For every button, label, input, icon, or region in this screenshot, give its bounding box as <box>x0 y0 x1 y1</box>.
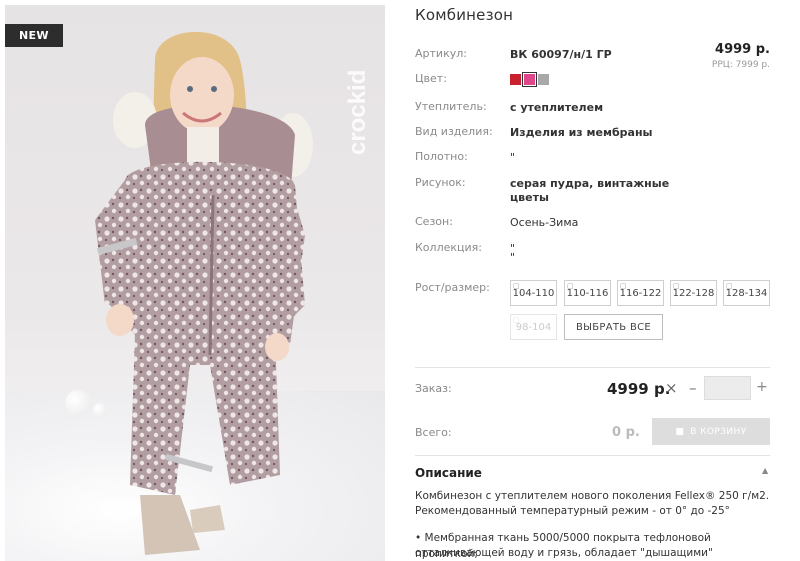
size-label: Рост/размер: <box>415 281 490 294</box>
size-option-label: 98-104 <box>515 321 552 333</box>
order-price: 4999 р. <box>607 380 671 398</box>
attr-value: " <box>510 151 516 164</box>
attr-label: Артикул: <box>415 47 467 60</box>
size-option-unavailable: ▢ 98-104 <box>510 314 557 340</box>
add-to-cart-button[interactable]: ■ В КОРЗИНУ <box>652 418 770 445</box>
new-badge: NEW <box>5 24 63 47</box>
attr-label: Цвет: <box>415 72 447 85</box>
size-option[interactable]: ▢ 122-128 <box>670 280 717 306</box>
cart-icon: ■ <box>675 426 685 437</box>
checkbox-icon: ▢ <box>567 282 574 290</box>
color-swatch-pink[interactable] <box>522 72 537 87</box>
attr-label: Полотно: <box>415 150 468 163</box>
attr-label: Вид изделия: <box>415 125 493 138</box>
size-option[interactable]: ▢ 116-122 <box>617 280 664 306</box>
attr-value: " <box>510 251 516 264</box>
increase-quantity-button[interactable]: + <box>756 379 768 395</box>
size-option[interactable]: ▢ 128-134 <box>723 280 770 306</box>
product-image[interactable]: NEW crockid <box>5 5 385 561</box>
checkbox-icon: ▢ <box>513 316 520 324</box>
decrease-quantity-button[interactable]: – <box>689 379 697 397</box>
multiply-icon: × <box>665 379 678 397</box>
divider <box>415 455 770 456</box>
checkbox-icon: ▢ <box>513 282 520 290</box>
quantity-input[interactable] <box>704 376 751 400</box>
size-option[interactable]: ▢ 110-116 <box>564 280 611 306</box>
attr-label: Коллекция: <box>415 241 482 254</box>
checkbox-icon: ▢ <box>673 282 680 290</box>
order-label: Заказ: <box>415 382 452 395</box>
divider <box>415 367 770 368</box>
attr-value: Осень-Зима <box>510 216 579 229</box>
attr-label: Рисунок: <box>415 176 466 189</box>
recommended-price: РРЦ: 7999 р. <box>711 60 770 70</box>
product-title: Комбинезон <box>415 6 514 24</box>
description-text: Комбинезон с утеплителем нового поколени… <box>415 490 770 502</box>
attr-value: цветы <box>510 191 549 204</box>
brand-text: crockid <box>344 70 371 155</box>
checkbox-icon: ▢ <box>726 282 733 290</box>
product-details-panel: Комбинезон 4999 р. РРЦ: 7999 р. Артикул:… <box>400 0 800 561</box>
attr-value: серая пудра, винтажные <box>510 177 670 190</box>
color-swatch-grey[interactable] <box>538 74 549 85</box>
add-to-cart-label: В КОРЗИНУ <box>690 426 747 437</box>
attr-label: Утеплитель: <box>415 100 487 113</box>
attr-value: Изделия из мембраны <box>510 126 653 139</box>
current-price: 4999 р. <box>715 42 770 57</box>
crockid-logo: crockid <box>344 70 371 155</box>
attr-value: с утеплителем <box>510 101 604 114</box>
description-text: отталкивающей воду и грязь, обладает "ды… <box>415 547 713 559</box>
size-option[interactable]: ▢ 104-110 <box>510 280 557 306</box>
color-swatches <box>510 72 549 87</box>
select-all-sizes-button[interactable]: ВЫБРАТЬ ВСЕ <box>564 314 663 340</box>
chevron-up-icon[interactable]: ▲ <box>762 466 768 475</box>
color-swatch-red[interactable] <box>510 74 521 85</box>
checkbox-icon: ▢ <box>620 282 627 290</box>
description-title[interactable]: Описание <box>415 466 482 480</box>
description-text: Рекомендованный температурный режим - от… <box>415 505 730 517</box>
attr-value: ВК 60097/н/1 ГР <box>510 48 612 61</box>
child-figure <box>95 31 313 555</box>
total-value: 0 р. <box>612 425 640 440</box>
total-label: Всего: <box>415 426 452 439</box>
attr-label: Сезон: <box>415 215 453 228</box>
